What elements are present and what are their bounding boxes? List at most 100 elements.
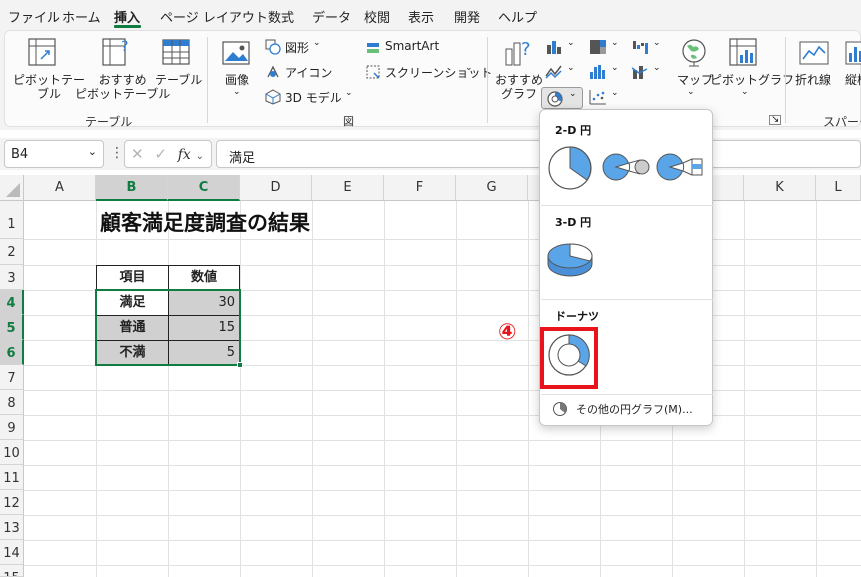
recommended-chart-icon[interactable]: ?: [503, 37, 535, 69]
tab-review[interactable]: 校閲: [364, 7, 390, 26]
row-header-8[interactable]: 8: [0, 390, 24, 415]
insert-function-icon[interactable]: fx: [178, 147, 191, 163]
pivot-table-icon[interactable]: [27, 37, 57, 67]
screenshot-icon[interactable]: [365, 64, 381, 80]
gridline: [96, 201, 97, 577]
row-header-2[interactable]: 2: [0, 239, 24, 265]
table-row-value[interactable]: 5: [168, 340, 240, 365]
tab-insert[interactable]: 挿入: [114, 7, 140, 26]
row-header-6[interactable]: 6: [0, 340, 24, 365]
cancel-icon[interactable]: ✕: [131, 145, 144, 163]
name-box[interactable]: B4 ⌄: [4, 140, 104, 168]
screenshot-dropdown-icon[interactable]: ⌄: [465, 63, 473, 73]
table-row-label[interactable]: 不満: [96, 340, 169, 365]
row-header-3[interactable]: 3: [0, 265, 24, 290]
fx-dropdown-icon[interactable]: ⌄: [196, 151, 204, 162]
scatter-chart-icon[interactable]: [589, 89, 607, 105]
3d-model-icon[interactable]: [265, 89, 281, 105]
bar-of-pie-icon[interactable]: [656, 148, 706, 186]
smartart-label[interactable]: SmartArt: [385, 39, 439, 53]
icons-icon[interactable]: [265, 64, 281, 80]
pie-of-pie-icon[interactable]: [602, 148, 652, 186]
shapes-dropdown-icon[interactable]: ⌄: [313, 38, 321, 48]
row-header-9[interactable]: 9: [0, 415, 24, 440]
tab-file[interactable]: ファイル: [8, 7, 60, 26]
hierarchy-chart-icon[interactable]: [589, 39, 607, 55]
sparkline-line-icon[interactable]: [799, 41, 829, 67]
map-icon[interactable]: [679, 37, 709, 67]
waterfall-chart-dropdown-icon[interactable]: ⌄: [653, 38, 661, 48]
row-header-7[interactable]: 7: [0, 365, 24, 390]
column-chart-dropdown-icon[interactable]: ⌄: [567, 38, 575, 48]
row-header-11[interactable]: 11: [0, 465, 24, 490]
fill-handle[interactable]: [237, 362, 243, 368]
table-row-label[interactable]: 普通: [96, 315, 169, 341]
column-header-f[interactable]: F: [384, 175, 456, 201]
table-row-value[interactable]: 15: [168, 315, 240, 341]
table-row-value[interactable]: 30: [168, 290, 240, 316]
combo-chart-dropdown-icon[interactable]: ⌄: [653, 63, 661, 73]
waterfall-chart-icon[interactable]: [631, 39, 649, 55]
smartart-icon[interactable]: [365, 39, 381, 55]
table-header-item[interactable]: 項目: [96, 265, 169, 291]
pie-2d-icon[interactable]: [546, 144, 594, 192]
column-header-g[interactable]: G: [456, 175, 528, 201]
shapes-icon[interactable]: [265, 39, 281, 55]
column-header-c[interactable]: C: [168, 175, 240, 201]
tab-data[interactable]: データ: [312, 7, 351, 26]
sparkline-column-icon[interactable]: [845, 41, 861, 67]
column-header-k[interactable]: K: [744, 175, 816, 201]
more-options-icon[interactable]: ⋮: [110, 145, 124, 161]
line-chart-dropdown-icon[interactable]: ⌄: [567, 63, 575, 73]
name-box-dropdown-icon[interactable]: ⌄: [88, 145, 97, 158]
image-icon[interactable]: [221, 39, 251, 67]
combo-chart-icon[interactable]: [631, 64, 649, 80]
select-all-corner[interactable]: [0, 175, 24, 201]
row-header-10[interactable]: 10: [0, 440, 24, 465]
tab-page-layout[interactable]: ページ レイアウト: [160, 7, 268, 26]
hierarchy-chart-dropdown-icon[interactable]: ⌄: [611, 38, 619, 48]
icons-label[interactable]: アイコン: [285, 64, 332, 81]
pivot-chart-dropdown-icon[interactable]: ⌄: [741, 87, 749, 97]
column-header-a[interactable]: A: [24, 175, 96, 201]
row-header-12[interactable]: 12: [0, 490, 24, 515]
more-pie-charts-link[interactable]: その他の円グラフ(M)...: [576, 401, 693, 417]
tab-view[interactable]: 表示: [408, 7, 434, 26]
tab-help[interactable]: ヘルプ: [498, 7, 537, 26]
image-dropdown-icon[interactable]: ⌄: [233, 87, 241, 97]
row-header-5[interactable]: 5: [0, 315, 24, 340]
enter-icon[interactable]: ✓: [154, 145, 167, 163]
row-header-4[interactable]: 4: [0, 290, 24, 315]
3d-model-dropdown-icon[interactable]: ⌄: [345, 88, 353, 98]
3d-model-label[interactable]: 3D モデル: [285, 89, 342, 106]
row-header-13[interactable]: 13: [0, 515, 24, 540]
pie-chart-button[interactable]: ⌄: [541, 87, 583, 109]
pivot-chart-icon[interactable]: [727, 37, 759, 69]
column-header-d[interactable]: D: [240, 175, 312, 201]
sheet-title[interactable]: 顧客満足度調査の結果: [100, 207, 310, 237]
row-header-14[interactable]: 14: [0, 540, 24, 565]
statistic-chart-icon[interactable]: [589, 64, 607, 80]
table-row-label[interactable]: 満足: [96, 290, 169, 316]
map-dropdown-icon[interactable]: ⌄: [687, 87, 695, 97]
table-icon[interactable]: [161, 37, 191, 67]
screenshot-label[interactable]: スクリーンショット: [385, 64, 492, 81]
pie-3d-icon[interactable]: [544, 238, 596, 282]
scatter-chart-dropdown-icon[interactable]: ⌄: [611, 88, 619, 98]
tab-formulas[interactable]: 数式: [268, 7, 294, 26]
row-header-15[interactable]: 15: [0, 565, 24, 577]
line-chart-icon[interactable]: [545, 64, 563, 80]
shapes-label[interactable]: 図形: [285, 39, 309, 56]
row-header-1[interactable]: 1: [0, 201, 24, 239]
step-number: ④: [498, 320, 517, 345]
column-chart-icon[interactable]: [545, 39, 563, 55]
dialog-launcher-icon[interactable]: ↘: [769, 115, 782, 125]
column-header-e[interactable]: E: [312, 175, 384, 201]
column-header-b[interactable]: B: [96, 175, 168, 201]
recommended-pivot-icon[interactable]: ?: [101, 37, 131, 67]
tab-home[interactable]: ホーム: [62, 7, 101, 26]
tab-developer[interactable]: 開発: [454, 7, 480, 26]
statistic-chart-dropdown-icon[interactable]: ⌄: [611, 63, 619, 73]
table-header-value[interactable]: 数値: [168, 265, 240, 291]
column-header-l[interactable]: L: [816, 175, 861, 201]
